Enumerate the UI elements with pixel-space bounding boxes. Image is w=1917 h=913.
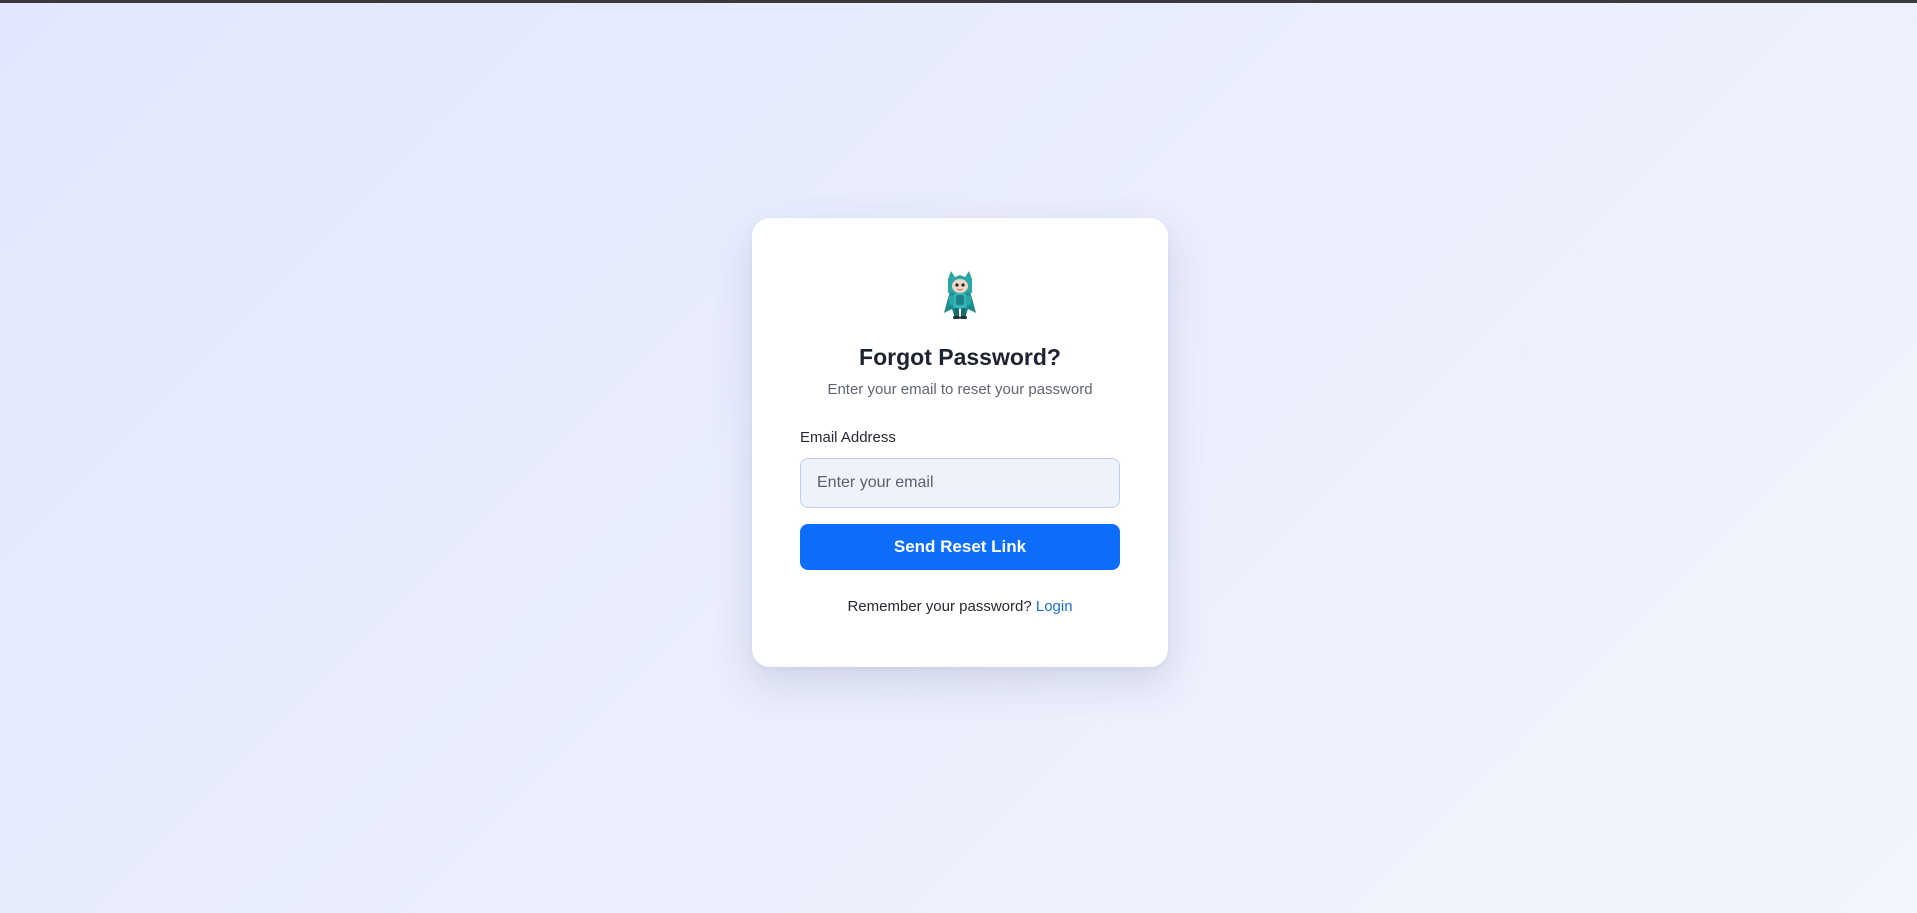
page-title: Forgot Password? (859, 344, 1061, 370)
send-reset-link-button[interactable]: Send Reset Link (800, 524, 1120, 570)
page-subtitle: Enter your email to reset your password (827, 381, 1093, 398)
login-link[interactable]: Login (1036, 598, 1073, 615)
top-strip (0, 0, 1917, 3)
remember-password-text: Remember your password? (847, 598, 1032, 615)
hooded-character-mascot-icon (940, 269, 980, 321)
email-input[interactable] (800, 458, 1120, 508)
footer-line: Remember your password? Login (752, 597, 1168, 617)
forgot-password-card: Forgot Password? Enter your email to res… (752, 218, 1168, 667)
email-label: Email Address (800, 429, 896, 446)
